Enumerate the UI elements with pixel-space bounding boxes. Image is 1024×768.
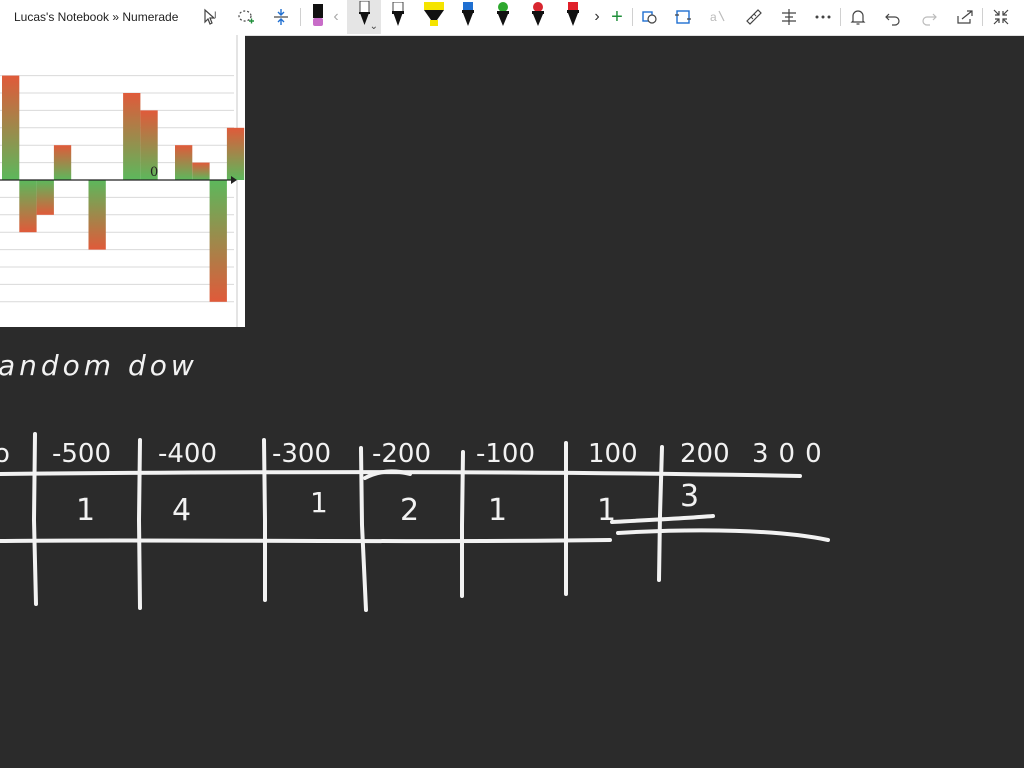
zero-label: 0 [150,165,158,180]
lasso-select-icon[interactable] [231,0,261,34]
shapes-icon[interactable] [635,0,665,34]
chart-bar [53,145,72,180]
pen-red2-icon[interactable] [558,0,588,34]
toolbar: Lucas's Notebook » Numerade I ‹ ⌄ › + a [0,0,1024,36]
undo-icon[interactable] [878,0,908,34]
chart-bar [192,162,210,180]
chart-bar [36,180,54,215]
chart-bar [226,127,245,180]
chart-bar [88,180,106,250]
redo-icon [914,0,944,34]
svg-text:I: I [214,10,217,20]
chart-panel: 0 [0,35,245,327]
bell-icon[interactable] [843,0,873,34]
highlighter-yellow-icon[interactable] [418,0,450,34]
ink-to-text-icon: a [703,0,733,34]
window-title: Lucas's Notebook » Numerade [14,10,179,24]
pen-red-icon[interactable] [523,0,553,34]
pen-black-icon[interactable]: ⌄ [347,0,381,34]
pen-green-icon[interactable] [488,0,518,34]
pen-blue-icon[interactable] [453,0,483,34]
eraser-icon[interactable] [303,0,333,34]
chart-bar [2,75,20,180]
insert-space-icon[interactable] [266,0,296,34]
scroll-left-button[interactable]: ‹ [330,0,342,34]
ruler-icon[interactable] [739,0,769,34]
share-icon[interactable] [950,0,980,34]
add-pen-button[interactable]: + [602,0,632,34]
chart-bar [175,145,193,180]
ink-to-shape-icon[interactable] [668,0,698,34]
chart-bar [123,93,141,180]
select-text-icon[interactable]: I [196,0,226,34]
math-icon[interactable] [774,0,804,34]
bar-chart: 0 [0,35,245,327]
chart-bar [209,180,227,302]
pen-dark-icon[interactable] [383,0,413,34]
chart-bar [19,180,37,233]
svg-text:a: a [710,10,717,24]
collapse-icon[interactable] [986,0,1016,34]
more-options-icon[interactable] [808,0,838,34]
